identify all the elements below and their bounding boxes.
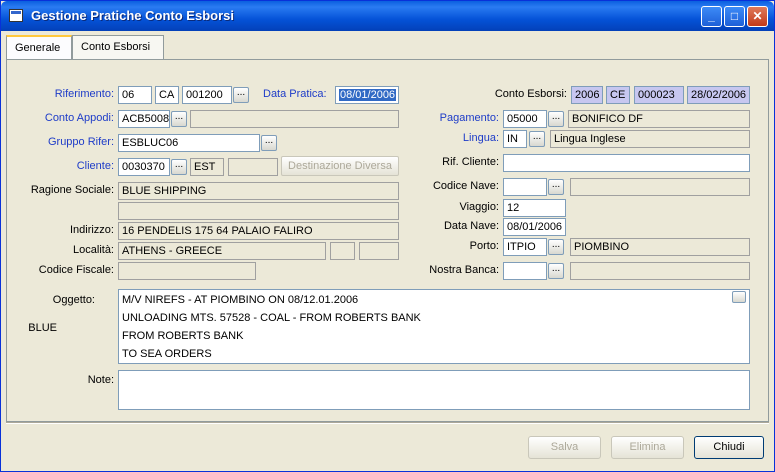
conto-esborsi-tipo-field: CE bbox=[606, 86, 630, 104]
viaggio-label: Viaggio: bbox=[459, 201, 499, 213]
rif-cliente-field[interactable] bbox=[503, 154, 750, 172]
lingua-label[interactable]: Lingua: bbox=[427, 132, 499, 144]
nostra-banca-lookup-button[interactable]: ... bbox=[548, 263, 564, 279]
tab-generale[interactable]: Generale bbox=[6, 35, 72, 61]
riferimento-tipo-field[interactable]: CA bbox=[155, 86, 179, 104]
conto-esborsi-numero-field: 000023 bbox=[634, 86, 684, 104]
nostra-banca-label: Nostra Banca: bbox=[429, 264, 499, 276]
salva-button[interactable]: Salva bbox=[528, 436, 601, 459]
localita-label: Località: bbox=[73, 244, 114, 256]
cliente-suffix-field: EST bbox=[190, 158, 224, 176]
oggetto-line-2: UNLOADING MTS. 57528 - COAL - FROM ROBER… bbox=[122, 312, 421, 324]
close-button[interactable]: ✕ bbox=[747, 6, 768, 27]
indirizzo-field: 16 PENDELIS 175 64 PALAIO FALIRO bbox=[118, 222, 399, 240]
gruppo-rifer-field[interactable]: ESBLUC06 bbox=[118, 134, 260, 152]
oggetto-line-3: FROM ROBERTS BANK bbox=[122, 330, 244, 342]
app-icon bbox=[9, 9, 23, 22]
minimize-button[interactable]: _ bbox=[701, 6, 722, 27]
conto-esborsi-anno-field: 2006 bbox=[571, 86, 603, 104]
porto-code-field[interactable]: ITPIO bbox=[503, 238, 547, 256]
note-textarea[interactable] bbox=[118, 370, 750, 410]
main-window: Gestione Pratiche Conto Esborsi _ □ ✕ Ge… bbox=[0, 0, 775, 472]
maximize-button[interactable]: □ bbox=[724, 6, 745, 27]
destinazione-diversa-button[interactable]: Destinazione Diversa bbox=[281, 156, 399, 176]
riferimento-anno-field[interactable]: 06 bbox=[118, 86, 152, 104]
oggetto-line-4: TO SEA ORDERS bbox=[122, 348, 212, 360]
conto-appoggio-desc-field bbox=[190, 110, 399, 128]
riferimento-numero-field[interactable]: 001200 bbox=[182, 86, 232, 104]
riferimento-lookup-button[interactable]: ... bbox=[233, 87, 249, 103]
ragione-sociale-label: Ragione Sociale: bbox=[30, 184, 114, 196]
codice-nave-desc-field bbox=[570, 178, 750, 196]
lingua-desc-field: Lingua Inglese bbox=[550, 130, 750, 148]
codice-fiscale-label: Codice Fiscale: bbox=[38, 264, 114, 276]
conto-appoggio-label[interactable]: Conto Appodi: bbox=[7, 112, 114, 124]
data-pratica-field[interactable]: 08/01/2006 bbox=[335, 86, 399, 104]
lingua-lookup-button[interactable]: ... bbox=[529, 131, 545, 147]
viaggio-field[interactable]: 12 bbox=[503, 199, 566, 217]
codice-nave-lookup-button[interactable]: ... bbox=[548, 179, 564, 195]
localita-field: ATHENS - GREECE bbox=[118, 242, 326, 260]
cliente-extra-field bbox=[228, 158, 278, 176]
oggetto-side-text: BLUE bbox=[28, 322, 57, 334]
gruppo-rifer-label[interactable]: Gruppo Rifer: bbox=[7, 136, 114, 148]
cliente-code-field[interactable]: 0030370 bbox=[118, 158, 170, 176]
rif-cliente-label: Rif. Cliente: bbox=[442, 156, 499, 168]
ragione-sociale-field-2 bbox=[118, 202, 399, 220]
elimina-button[interactable]: Elimina bbox=[611, 436, 684, 459]
codice-fiscale-field bbox=[118, 262, 256, 280]
data-nave-field[interactable]: 08/01/2006 bbox=[503, 218, 566, 236]
gruppo-rifer-lookup-button[interactable]: ... bbox=[261, 135, 277, 151]
localita-extra-field-1 bbox=[330, 242, 355, 260]
data-nave-label: Data Nave: bbox=[443, 220, 499, 232]
bottom-separator bbox=[6, 422, 769, 424]
nostra-banca-code-field[interactable] bbox=[503, 262, 547, 280]
indirizzo-label: Indirizzo: bbox=[69, 224, 114, 236]
generale-panel: Riferimento: 06 CA 001200 ... Data Prati… bbox=[6, 59, 769, 422]
data-pratica-value: 08/01/2006 bbox=[339, 89, 397, 101]
conto-appoggio-code-field[interactable]: ACB5008 bbox=[118, 110, 170, 128]
cliente-lookup-button[interactable]: ... bbox=[171, 159, 187, 175]
window-title: Gestione Pratiche Conto Esborsi bbox=[31, 8, 234, 23]
localita-extra-field-2 bbox=[359, 242, 399, 260]
tab-conto-esborsi[interactable]: Conto Esborsi bbox=[72, 35, 164, 59]
porto-desc-field: PIOMBINO bbox=[570, 238, 750, 256]
title-bar[interactable]: Gestione Pratiche Conto Esborsi _ □ ✕ bbox=[1, 1, 774, 31]
oggetto-textarea[interactable]: M/V NIREFS - AT PIOMBINO ON 08/12.01.200… bbox=[118, 289, 750, 364]
pagamento-desc-field: BONIFICO DF bbox=[568, 110, 750, 128]
pagamento-code-field[interactable]: 05000 bbox=[503, 110, 547, 128]
pagamento-label[interactable]: Pagamento: bbox=[427, 112, 499, 124]
conto-esborsi-data-field: 28/02/2006 bbox=[687, 86, 750, 104]
oggetto-label: Oggetto: bbox=[52, 294, 95, 306]
cliente-label[interactable]: Cliente: bbox=[7, 160, 114, 172]
codice-nave-code-field[interactable] bbox=[503, 178, 547, 196]
data-pratica-label[interactable]: Data Pratica: bbox=[263, 88, 327, 100]
nostra-banca-desc-field bbox=[570, 262, 750, 280]
lingua-code-field[interactable]: IN bbox=[503, 130, 527, 148]
oggetto-line-1: M/V NIREFS - AT PIOMBINO ON 08/12.01.200… bbox=[122, 294, 359, 306]
conto-esborsi-label: Conto Esborsi: bbox=[494, 88, 567, 100]
chiudi-button[interactable]: Chiudi bbox=[694, 436, 764, 459]
porto-label: Porto: bbox=[469, 240, 499, 252]
conto-appoggio-lookup-button[interactable]: ... bbox=[171, 111, 187, 127]
oggetto-expand-button[interactable] bbox=[732, 291, 746, 303]
ragione-sociale-field-1: BLUE SHIPPING bbox=[118, 182, 399, 200]
button-bar: Salva Elimina Chiudi bbox=[6, 425, 769, 469]
pagamento-lookup-button[interactable]: ... bbox=[548, 111, 564, 127]
riferimento-label[interactable]: Riferimento: bbox=[7, 88, 114, 100]
porto-lookup-button[interactable]: ... bbox=[548, 239, 564, 255]
note-label: Note: bbox=[87, 374, 114, 386]
codice-nave-label: Codice Nave: bbox=[432, 180, 499, 192]
